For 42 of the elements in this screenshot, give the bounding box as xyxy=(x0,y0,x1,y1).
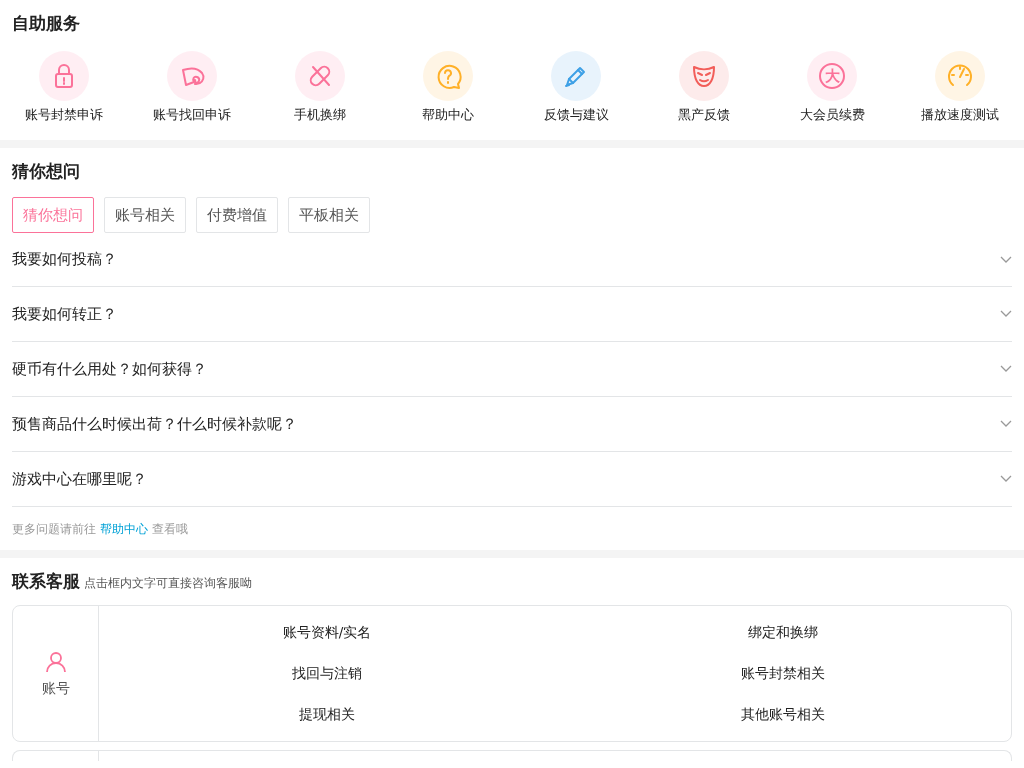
category-label: 账号 xyxy=(41,679,70,698)
question-text[interactable]: 我要如何转正？ xyxy=(12,304,117,324)
icon-background[interactable] xyxy=(295,51,345,101)
chevron-icon[interactable] xyxy=(1000,365,1012,373)
section-subtitle: 点击框内文字可直接咨询客服呦 xyxy=(84,575,252,592)
service-label[interactable]: 手机换绑 xyxy=(294,107,346,124)
service-label[interactable]: 播放速度测试 xyxy=(921,107,999,124)
service-label[interactable]: 帮助中心 xyxy=(422,107,474,124)
icon-background[interactable] xyxy=(935,51,985,101)
topic-link[interactable]: 提现相关 xyxy=(299,705,355,724)
service-label[interactable]: 大会员续费 xyxy=(799,107,865,124)
chevron-icon[interactable] xyxy=(1000,310,1012,318)
section-title: 猜你想问 xyxy=(12,160,80,183)
topic-link[interactable]: 其他账号相关 xyxy=(741,705,825,724)
icon-glyph: 大 xyxy=(824,68,840,84)
topic-link[interactable]: 账号资料/实名 xyxy=(282,623,372,642)
icon-background[interactable] xyxy=(423,51,473,101)
service-label[interactable]: 黑产反馈 xyxy=(678,107,730,124)
topic-link[interactable]: 绑定和换绑 xyxy=(748,623,818,642)
help-hint: 更多问题请前往 帮助中心 查看哦 xyxy=(12,521,188,538)
topic-link[interactable]: 账号封禁相关 xyxy=(741,664,825,683)
question-text[interactable]: 硬币有什么用处？如何获得？ xyxy=(12,359,207,379)
tab[interactable]: 付费增值 xyxy=(196,197,278,233)
question-text[interactable]: 我要如何投稿？ xyxy=(12,250,117,269)
section-title: 自助服务 xyxy=(12,12,80,35)
service-label[interactable]: 反馈与建议 xyxy=(543,107,609,124)
chevron-icon[interactable] xyxy=(1000,255,1012,264)
question-text[interactable]: 游戏中心在哪里呢？ xyxy=(12,469,147,489)
chevron-icon[interactable] xyxy=(1000,475,1012,483)
chevron-icon[interactable] xyxy=(1000,420,1012,428)
icon-background[interactable] xyxy=(679,51,729,101)
icon-background[interactable] xyxy=(167,51,217,101)
icon-background[interactable] xyxy=(39,51,89,101)
service-label[interactable]: 账号封禁申诉 xyxy=(25,107,103,124)
person-icon xyxy=(43,649,68,674)
tab[interactable]: 账号相关 xyxy=(104,197,186,233)
question-text[interactable]: 预售商品什么时候出荷？什么时候补款呢？ xyxy=(12,414,297,434)
tab[interactable]: 平板相关 xyxy=(288,197,370,233)
topic-link[interactable]: 找回与注销 xyxy=(292,664,362,683)
section-title: 联系客服 xyxy=(12,570,80,593)
icon-background[interactable] xyxy=(551,51,601,101)
service-label[interactable]: 账号找回申诉 xyxy=(153,107,231,124)
